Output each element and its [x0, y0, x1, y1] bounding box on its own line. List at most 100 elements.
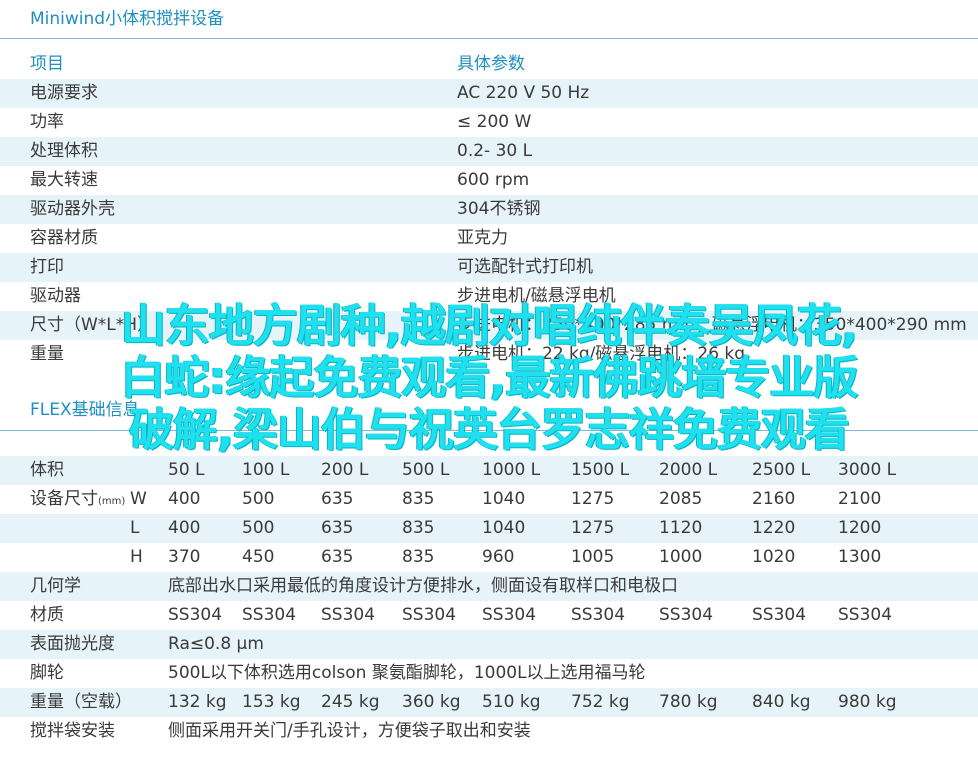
flex-weight-cell: 980 kg: [838, 692, 897, 712]
flex-size-cell: 1040: [482, 518, 526, 538]
overlay-line-1: 山东地方剧种,越剧对唱纯伴奏吴凤花,: [120, 299, 858, 352]
overlay-line-3: 破解,梁山伯与祝英台罗志祥免费观看: [128, 403, 850, 456]
flex-size-label: 设备尺寸(mm): [30, 485, 125, 514]
spec-item-value: 可选配针式打印机: [457, 257, 593, 277]
spec-row: 电源要求 AC 220 V 50 Hz: [0, 79, 978, 108]
spec-item-label: 功率: [30, 112, 64, 132]
spec-item-label: 处理体积: [30, 141, 98, 161]
page-title: Miniwind小体积搅拌设备: [30, 9, 225, 29]
flex-caster-label: 脚轮: [30, 663, 64, 683]
spec-header-item: 项目: [30, 54, 64, 74]
flex-material-cell: SS304: [482, 605, 537, 625]
flex-size-unit: (mm): [98, 496, 126, 507]
flex-material-label: 材质: [30, 605, 64, 625]
flex-weight-cell: 510 kg: [482, 692, 541, 712]
flex-weight-label: 重量（空载）: [30, 692, 132, 712]
flex-size-cell: 1275: [571, 518, 615, 538]
flex-size-row-h: H 370 450 635 835 960 1005 1000 1020 1300: [0, 543, 978, 572]
spec-header-param: 具体参数: [457, 54, 525, 74]
flex-material-cell: SS304: [752, 605, 807, 625]
spec-item-label: 容器材质: [30, 228, 98, 248]
spec-row: 驱动器外壳 304不锈钢: [0, 195, 978, 224]
flex-size-cell: 635: [321, 489, 354, 509]
flex-size-cell: 450: [242, 547, 275, 567]
flex-weight-row: 重量（空载） 132 kg 153 kg 245 kg 360 kg 510 kg 752 …: [0, 688, 978, 717]
flex-size-cell: 1020: [752, 547, 796, 567]
spec-item-value: ≤ 200 W: [457, 112, 532, 132]
flex-size-label-text: 设备尺寸: [30, 489, 98, 509]
spec-item-label: 最大转速: [30, 170, 98, 190]
flex-weight-cell: 840 kg: [752, 692, 811, 712]
flex-size-axis: W: [130, 489, 147, 509]
spec-item-label: 电源要求: [30, 83, 98, 103]
flex-caster-row: 脚轮 500L以下体积选用colson 聚氨酯脚轮，1000L以上选用福马轮: [0, 659, 978, 688]
flex-size-cell: 2085: [659, 489, 703, 509]
spec-item-value: 600 rpm: [457, 170, 530, 190]
flex-size-row-w: 设备尺寸(mm) W 400 500 635 835 1040 1275 2085 2160 210…: [0, 485, 978, 514]
spec-header-row: 项目 具体参数: [0, 50, 978, 79]
spec-item-value: 亚克力: [457, 228, 508, 248]
flex-size-cell: 2160: [752, 489, 796, 509]
flex-weight-cell: 360 kg: [402, 692, 461, 712]
flex-size-cell: 1220: [752, 518, 796, 538]
flex-size-cell: 500: [242, 518, 275, 538]
flex-geometry-label: 几何学: [30, 576, 81, 596]
spec-row: 容器材质 亚克力: [0, 224, 978, 253]
flex-size-cell: 1005: [571, 547, 615, 567]
flex-size-cell: 400: [168, 489, 201, 509]
flex-bag-label: 搅拌袋安装: [30, 721, 115, 741]
flex-size-cell: 835: [402, 547, 435, 567]
watermark-overlay: 山东地方剧种,越剧对唱纯伴奏吴凤花, 白蛇:缘起免费观看,最新佛跳墙专业版 破解…: [0, 300, 978, 470]
flex-material-cell: SS304: [168, 605, 223, 625]
flex-weight-cell: 132 kg: [168, 692, 227, 712]
title-divider: [0, 38, 978, 39]
spec-row: 功率 ≤ 200 W: [0, 108, 978, 137]
flex-polish-label: 表面抛光度: [30, 634, 115, 654]
flex-weight-cell: 780 kg: [659, 692, 718, 712]
flex-bag-row: 搅拌袋安装 侧面采用开关门/手孔设计，方便袋子取出和安装: [0, 717, 978, 746]
spec-row: 最大转速 600 rpm: [0, 166, 978, 195]
flex-size-cell: 835: [402, 518, 435, 538]
flex-size-cell: 635: [321, 547, 354, 567]
spec-item-value: AC 220 V 50 Hz: [457, 83, 590, 103]
flex-material-row: 材质 SS304 SS304 SS304 SS304 SS304 SS304 SS304 SS3…: [0, 601, 978, 630]
flex-material-cell: SS304: [838, 605, 893, 625]
flex-material-cell: SS304: [242, 605, 297, 625]
flex-size-cell: 1040: [482, 489, 526, 509]
flex-size-cell: 2100: [838, 489, 882, 509]
spec-item-value: 304不锈钢: [457, 199, 541, 219]
flex-size-axis: H: [130, 547, 143, 567]
flex-caster-value: 500L以下体积选用colson 聚氨酯脚轮，1000L以上选用福马轮: [168, 663, 646, 683]
flex-size-cell: 1200: [838, 518, 882, 538]
flex-size-cell: 1000: [659, 547, 703, 567]
flex-bag-value: 侧面采用开关门/手孔设计，方便袋子取出和安装: [168, 721, 531, 741]
flex-size-cell: 960: [482, 547, 515, 567]
spec-item-label: 驱动器外壳: [30, 199, 115, 219]
flex-size-cell: 1300: [838, 547, 882, 567]
flex-weight-cell: 752 kg: [571, 692, 630, 712]
flex-size-cell: 635: [321, 518, 354, 538]
flex-size-cell: 1120: [659, 518, 703, 538]
flex-geometry-value: 底部出水口采用最低的角度设计方便排水，侧面设有取样口和电极口: [168, 576, 678, 596]
flex-material-cell: SS304: [402, 605, 457, 625]
flex-material-cell: SS304: [659, 605, 714, 625]
flex-size-row-l: L 400 500 635 835 1040 1275 1120 1220 1200: [0, 514, 978, 543]
flex-weight-cell: 153 kg: [242, 692, 301, 712]
flex-size-axis: L: [130, 518, 140, 538]
flex-size-cell: 835: [402, 489, 435, 509]
flex-material-cell: SS304: [321, 605, 376, 625]
flex-size-cell: 400: [168, 518, 201, 538]
flex-material-cell: SS304: [571, 605, 626, 625]
flex-size-cell: 370: [168, 547, 201, 567]
flex-polish-row: 表面抛光度 Ra≤0.8 μm: [0, 630, 978, 659]
spec-row: 打印 可选配针式打印机: [0, 253, 978, 282]
flex-polish-value: Ra≤0.8 μm: [168, 634, 264, 654]
spec-row: 处理体积 0.2- 30 L: [0, 137, 978, 166]
flex-geometry-row: 几何学 底部出水口采用最低的角度设计方便排水，侧面设有取样口和电极口: [0, 572, 978, 601]
flex-size-cell: 500: [242, 489, 275, 509]
overlay-line-2: 白蛇:缘起免费观看,最新佛跳墙专业版: [120, 351, 858, 404]
flex-weight-cell: 245 kg: [321, 692, 380, 712]
spec-item-value: 0.2- 30 L: [457, 141, 533, 161]
flex-size-cell: 1275: [571, 489, 615, 509]
spec-item-label: 打印: [30, 257, 64, 277]
